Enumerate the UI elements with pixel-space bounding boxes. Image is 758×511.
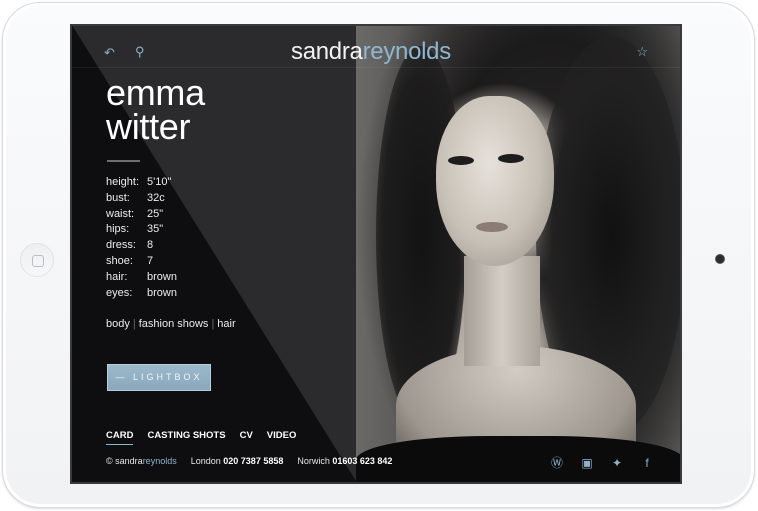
home-button[interactable]: [20, 243, 54, 277]
stat-row: shoe: 7: [106, 254, 177, 270]
footer-brand-part2: reynolds: [142, 456, 177, 466]
photo-eye-right: [498, 154, 524, 163]
stat-value: 8: [147, 239, 154, 252]
top-bar: ↶ ⚲ sandrareynolds ☆: [72, 26, 680, 68]
norwich-phone[interactable]: 01603 623 842: [332, 456, 392, 466]
stat-value: brown: [147, 270, 177, 283]
search-icon[interactable]: ⚲: [135, 45, 145, 58]
tab-cv[interactable]: CV: [240, 430, 253, 445]
stat-label: bust:: [106, 191, 130, 204]
stat-row: bust: 32c: [106, 191, 177, 207]
stat-label: shoe:: [106, 254, 133, 267]
stat-value: brown: [147, 286, 177, 299]
london-label: London: [190, 456, 221, 466]
wordpress-icon[interactable]: Ⓦ: [550, 454, 564, 471]
stat-row: hips: 35": [106, 222, 177, 238]
footer-brand-part1: sandra: [115, 456, 143, 466]
photo-face: [436, 96, 554, 266]
tab-card[interactable]: CARD: [106, 430, 134, 445]
camera: [716, 255, 724, 263]
last-name: witter: [106, 106, 191, 147]
model-photo: [356, 26, 680, 482]
stat-label: eyes:: [106, 286, 133, 299]
first-name: emma: [106, 72, 205, 113]
facebook-icon[interactable]: f: [640, 456, 654, 470]
star-icon[interactable]: ☆: [636, 45, 648, 58]
stat-value: 25": [147, 207, 164, 220]
tab-casting-shots[interactable]: CASTING SHOTS: [147, 430, 225, 445]
stat-value: 7: [147, 254, 154, 267]
stat-row: height: 5'10": [106, 175, 177, 191]
stat-label: hips:: [106, 223, 130, 236]
stat-label: hair:: [106, 270, 128, 283]
brand-part1: sandra: [291, 38, 363, 65]
london-phone[interactable]: 020 7387 5858: [223, 456, 283, 466]
youtube-icon[interactable]: ▣: [580, 456, 594, 470]
brand-part2: reynolds: [362, 38, 452, 65]
model-name: emma witter: [106, 72, 205, 147]
twitter-icon[interactable]: ✦: [610, 456, 624, 470]
tab-video[interactable]: VIDEO: [267, 430, 297, 445]
back-arrow-icon[interactable]: ↶: [104, 46, 115, 59]
home-square-icon: [32, 255, 44, 267]
stat-value: 32c: [147, 191, 165, 204]
profile-tabs: CARD CASTING SHOTS CV VIDEO: [106, 430, 296, 445]
stat-row: eyes: brown: [106, 286, 177, 302]
tag-body[interactable]: body: [106, 318, 130, 330]
photo-lips: [476, 222, 508, 232]
norwich-label: Norwich: [297, 456, 330, 466]
tag-separator: |: [132, 318, 136, 330]
tag-fashion-shows[interactable]: fashion shows: [139, 318, 209, 330]
footer: © sandrareynolds London 020 7387 5858 No…: [106, 456, 392, 466]
stat-row: dress: 8: [106, 238, 177, 254]
social-links: Ⓦ ▣ ✦ f: [550, 454, 654, 471]
tag-hair[interactable]: hair: [217, 318, 235, 330]
copyright: © sandrareynolds: [106, 456, 177, 466]
stat-label: dress:: [106, 239, 136, 252]
stat-value: 35": [147, 223, 164, 236]
stat-row: hair: brown: [106, 270, 177, 286]
stats-list: height: 5'10" bust: 32c waist: 25" hips: 35"…: [106, 175, 177, 301]
london-contact: London 020 7387 5858: [191, 456, 284, 466]
lightbox-button[interactable]: — LIGHTBOX: [107, 364, 211, 391]
app-screen: ↶ ⚲ sandrareynolds ☆ emma witter height:…: [70, 24, 682, 484]
divider: [107, 160, 140, 162]
stat-value: 5'10": [147, 176, 172, 188]
stat-row: waist: 25": [106, 207, 177, 223]
copyright-symbol: ©: [106, 456, 113, 466]
brand-logo[interactable]: sandrareynolds: [291, 38, 451, 66]
category-tags: body | fashion shows | hair: [106, 318, 236, 330]
stat-label: waist:: [106, 207, 135, 220]
photo-neck: [464, 256, 540, 366]
tag-separator: |: [211, 318, 215, 330]
norwich-contact: Norwich 01603 623 842: [297, 456, 392, 466]
stat-label: height:: [106, 176, 140, 188]
photo-eye-left: [448, 156, 474, 165]
